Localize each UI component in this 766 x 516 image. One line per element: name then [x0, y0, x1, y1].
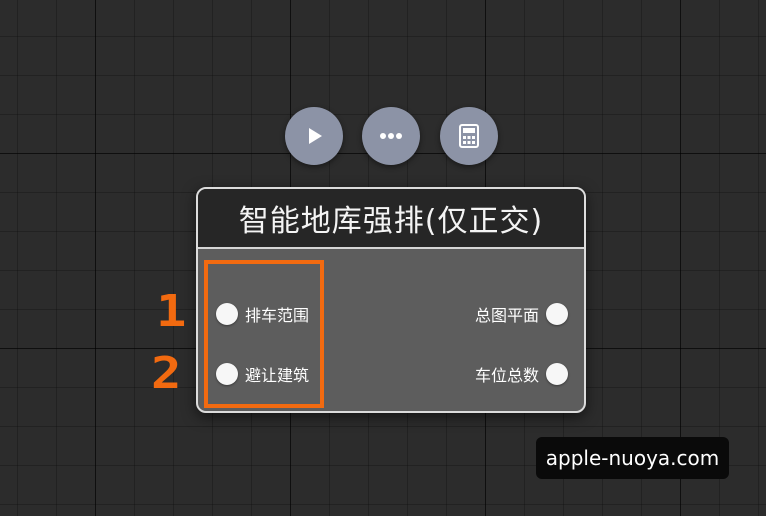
node-title: 智能地库强排(仅正交) — [238, 204, 544, 239]
node-header[interactable]: 智能地库强排(仅正交) — [198, 189, 584, 249]
annotation-marker-1: 1 — [156, 286, 187, 337]
input-port-circle[interactable] — [216, 363, 238, 385]
output-port-circle[interactable] — [546, 303, 568, 325]
output-port-circle[interactable] — [546, 363, 568, 385]
input-port-parking-range[interactable]: 排车范围 — [216, 301, 309, 327]
output-port-parking-count[interactable]: 车位总数 — [475, 361, 568, 387]
run-button[interactable] — [285, 107, 343, 165]
smart-garage-layout-node[interactable]: 智能地库强排(仅正交) 排车范围 避让建筑 总图平面 车位总数 — [196, 187, 586, 413]
input-port-avoid-buildings[interactable]: 避让建筑 — [216, 361, 309, 387]
output-port-label: 车位总数 — [474, 366, 539, 385]
more-options-button[interactable] — [362, 107, 420, 165]
input-port-circle[interactable] — [216, 303, 238, 325]
input-port-label: 排车范围 — [245, 306, 310, 325]
more-icon — [379, 132, 403, 140]
watermark: apple-nuoya.com — [536, 437, 729, 479]
output-port-site-plan[interactable]: 总图平面 — [475, 301, 568, 327]
calculator-button[interactable] — [440, 107, 498, 165]
input-port-label: 避让建筑 — [245, 366, 310, 385]
annotation-marker-2: 2 — [151, 348, 182, 399]
calculator-icon — [458, 124, 480, 148]
play-icon — [303, 125, 325, 147]
output-port-label: 总图平面 — [474, 306, 539, 325]
